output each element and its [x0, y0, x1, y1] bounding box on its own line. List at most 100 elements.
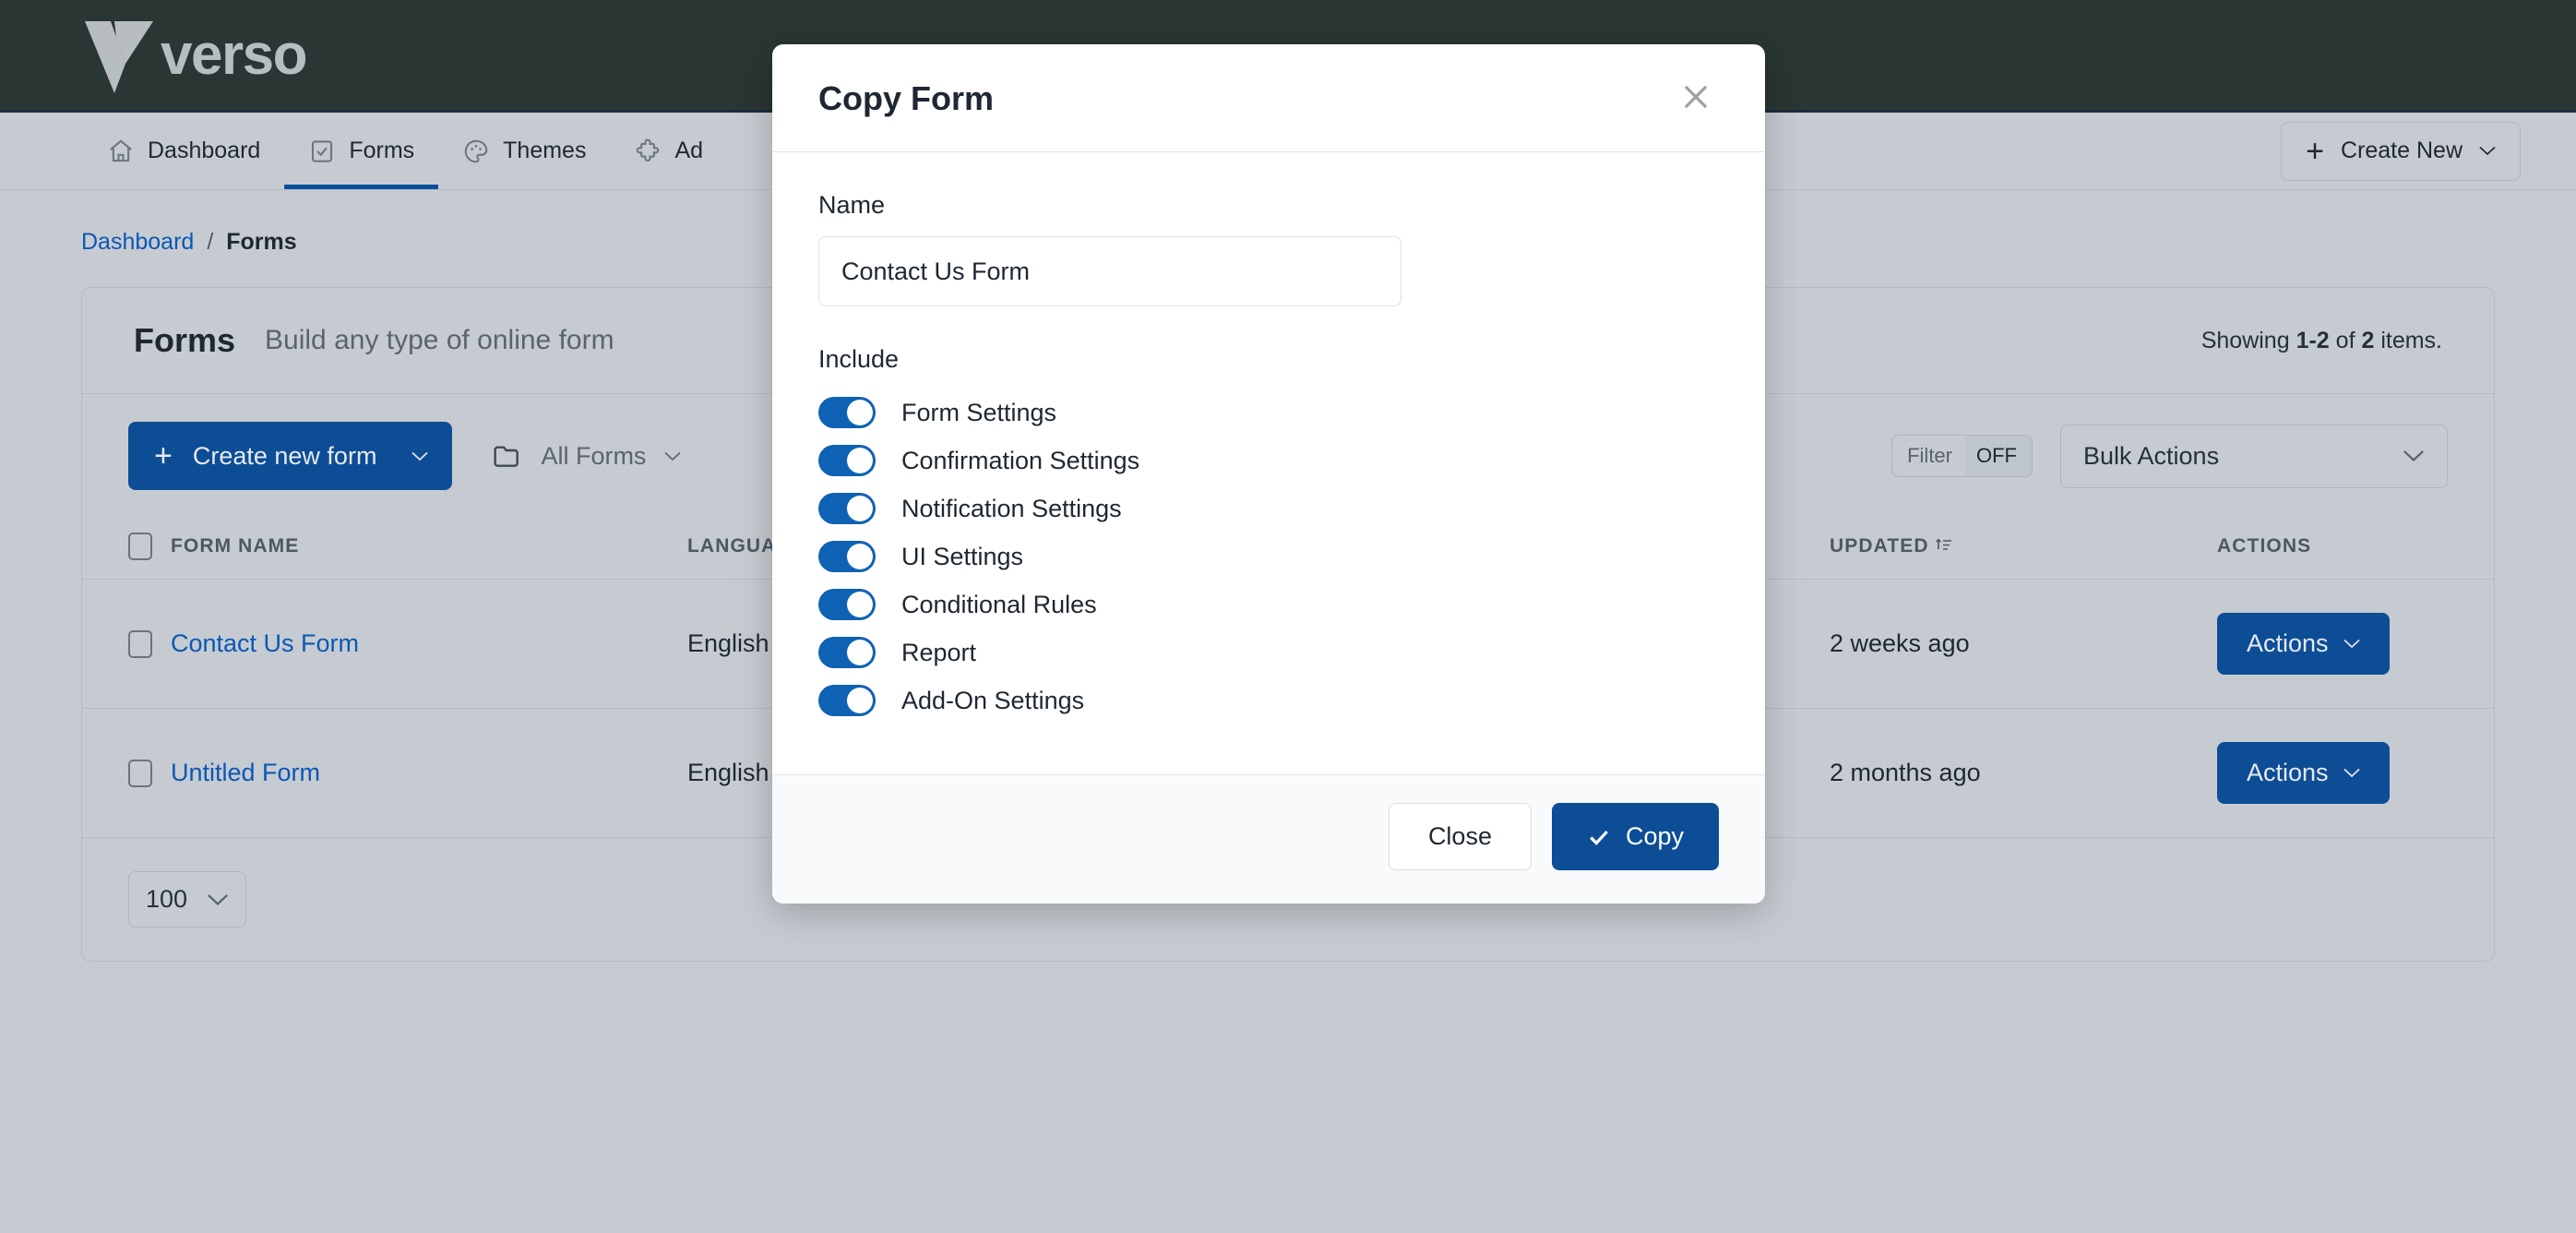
form-name-link[interactable]: Untitled Form [171, 759, 320, 786]
row-checkbox[interactable] [128, 759, 152, 787]
page-title: Forms [134, 321, 236, 359]
toggle-knob [847, 640, 873, 665]
form-name-link[interactable]: Contact Us Form [171, 629, 359, 657]
toggle-switch[interactable] [818, 589, 876, 620]
column-header-updated-label: UPDATED [1830, 535, 1929, 557]
column-header-actions: ACTIONS [2217, 518, 2494, 580]
select-all-header [82, 518, 171, 580]
modal-footer: Close Copy [772, 774, 1765, 904]
include-option-notification-settings[interactable]: Notification Settings [818, 485, 1719, 533]
include-option-label: UI Settings [901, 542, 1024, 570]
nav-item-addons[interactable]: Ad [610, 113, 727, 189]
toggle-knob [847, 592, 873, 617]
row-select-cell [82, 708, 171, 838]
per-page-select[interactable]: 100 [128, 871, 246, 928]
form-name-input[interactable] [818, 236, 1401, 306]
toggle-switch[interactable] [818, 445, 876, 476]
toggle-switch[interactable] [818, 541, 876, 572]
toggle-knob [847, 448, 873, 473]
sort-ascending-icon [1935, 538, 1951, 550]
nav-item-label: Forms [349, 138, 415, 163]
include-option-label: Form Settings [901, 398, 1057, 426]
chevron-down-icon [2343, 768, 2360, 778]
include-option-label: Notification Settings [901, 494, 1122, 522]
showing-prefix: Showing [2200, 327, 2296, 353]
column-header-form-name[interactable]: FORM NAME [171, 518, 687, 580]
create-new-form-dropdown-toggle[interactable] [402, 422, 452, 490]
toggle-switch[interactable] [818, 637, 876, 668]
nav-item-list: Dashboard Forms Themes Ad [83, 113, 727, 189]
column-header-updated[interactable]: UPDATED [1830, 518, 2217, 580]
filter-toggle[interactable]: Filter OFF [1891, 435, 2033, 477]
select-all-checkbox[interactable] [128, 533, 152, 560]
breadcrumb-separator: / [207, 229, 214, 255]
create-new-form-button[interactable]: + Create new form [128, 422, 453, 490]
showing-mid: of [2329, 327, 2362, 353]
toggle-knob [847, 496, 873, 521]
close-button[interactable]: Close [1388, 803, 1532, 870]
breadcrumb-link-dashboard[interactable]: Dashboard [81, 229, 194, 256]
chevron-down-icon [2343, 639, 2360, 649]
nav-item-label: Dashboard [148, 138, 261, 163]
toggle-knob [847, 544, 873, 569]
bulk-actions-label: Bulk Actions [2083, 441, 2220, 470]
toggle-switch[interactable] [818, 685, 876, 716]
include-option-label: Report [901, 638, 977, 666]
include-option-conditional-rules[interactable]: Conditional Rules [818, 581, 1719, 628]
include-option-report[interactable]: Report [818, 628, 1719, 676]
modal-header: Copy Form [772, 44, 1765, 152]
folder-icon [494, 446, 519, 467]
brand-name: verso [161, 22, 307, 87]
folder-filter-select[interactable]: All Forms [480, 433, 694, 480]
copy-form-modal: Copy Form Name Include Form Settings Con… [772, 44, 1765, 904]
showing-suffix: items. [2374, 327, 2442, 353]
toggle-switch[interactable] [818, 493, 876, 524]
nav-item-dashboard[interactable]: Dashboard [83, 113, 284, 189]
row-updated-cell: 2 months ago [1830, 708, 2217, 838]
copy-button[interactable]: Copy [1551, 803, 1719, 870]
home-icon [110, 138, 132, 162]
include-option-confirmation-settings[interactable]: Confirmation Settings [818, 437, 1719, 485]
nav-item-label: Ad [674, 138, 704, 163]
include-option-form-settings[interactable]: Form Settings [818, 389, 1719, 437]
row-updated-cell: 2 weeks ago [1830, 579, 2217, 709]
include-option-addon-settings[interactable]: Add-On Settings [818, 676, 1719, 724]
puzzle-piece-icon [637, 138, 660, 162]
chevron-down-icon [664, 451, 682, 461]
row-actions-button[interactable]: Actions [2217, 613, 2390, 675]
brand-logo[interactable]: verso [83, 18, 307, 93]
row-actions-button[interactable]: Actions [2217, 742, 2390, 804]
filter-toggle-label: Filter [1907, 444, 1952, 467]
chevron-down-icon [411, 451, 429, 461]
nav-item-forms[interactable]: Forms [284, 113, 438, 189]
breadcrumb-current: Forms [226, 229, 297, 255]
showing-range: 1-2 [2296, 327, 2330, 353]
check-icon [1590, 830, 1608, 845]
folder-filter-label: All Forms [541, 441, 647, 470]
include-option-ui-settings[interactable]: UI Settings [818, 533, 1719, 581]
create-new-form-main[interactable]: + Create new form [128, 422, 402, 490]
row-actions-label: Actions [2247, 759, 2329, 786]
close-icon[interactable] [1678, 79, 1713, 114]
v-chevron-logo-icon [85, 20, 153, 93]
row-checkbox[interactable] [128, 629, 152, 658]
name-field-label: Name [818, 191, 886, 219]
row-form-name-cell: Contact Us Form [171, 579, 687, 709]
include-option-label: Confirmation Settings [901, 446, 1140, 474]
create-new-form-label: Create new form [192, 441, 377, 470]
nav-item-themes[interactable]: Themes [438, 113, 610, 189]
toggle-switch[interactable] [818, 397, 876, 428]
row-actions-label: Actions [2247, 629, 2329, 657]
row-actions-cell: Actions [2217, 579, 2494, 709]
showing-total: 2 [2361, 327, 2375, 353]
palette-icon [464, 139, 488, 162]
chevron-down-icon [2479, 146, 2496, 156]
bulk-actions-select[interactable]: Bulk Actions [2060, 424, 2448, 488]
include-option-label: Add-On Settings [901, 686, 1085, 714]
create-new-label: Create New [2341, 138, 2463, 163]
plus-icon: + [2306, 133, 2324, 169]
chevron-down-icon [2403, 450, 2424, 462]
modal-body: Name Include Form Settings Confirmation … [772, 152, 1765, 774]
plus-icon: + [154, 438, 173, 473]
create-new-button[interactable]: + Create New [2281, 121, 2521, 181]
